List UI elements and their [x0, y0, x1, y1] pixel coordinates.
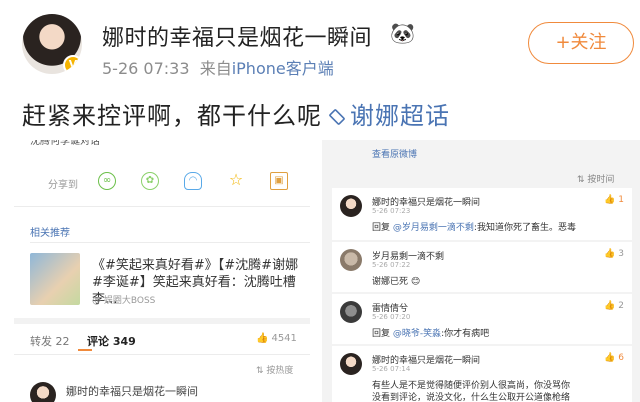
- recommend-thumbnail[interactable]: [30, 253, 80, 305]
- comment-text: 谢娜已死 😊: [372, 274, 420, 287]
- comment-card[interactable]: 雷情倩兮 5-26 07:20 👍 2 回复 @晓爷-笑淼:你才有病吧: [332, 294, 632, 344]
- post-body: 赶紧来控评啊，都干什么呢 谢娜超话: [22, 96, 450, 131]
- comment-like-button[interactable]: 👍 2: [604, 301, 624, 311]
- divider: [30, 242, 310, 243]
- avatar[interactable]: [340, 301, 362, 323]
- recommend-label: 相关推荐: [30, 228, 70, 239]
- comment-like-button[interactable]: 👍 6: [604, 353, 624, 363]
- qq-icon[interactable]: ◠: [184, 172, 202, 190]
- post-text: 赶紧来控评啊，都干什么呢: [22, 102, 322, 130]
- comment-author[interactable]: 娜时的幸福只是烟花一瞬间: [66, 383, 198, 399]
- reply-prefix: 回复: [372, 329, 391, 339]
- moments-icon[interactable]: ✿: [141, 172, 159, 190]
- likes-value: 4541: [271, 333, 297, 344]
- avatar[interactable]: [340, 353, 362, 375]
- sort-hot-label: 按热度: [266, 366, 294, 376]
- comment-text: 回复 @晓爷-笑淼:你才有病吧: [372, 326, 489, 339]
- comment-card[interactable]: 娜时的幸福只是烟花一瞬间 5-26 07:14 👍 6 有些人是不是觉得随便评价别…: [332, 346, 632, 402]
- recommend-source[interactable]: @ 娱圈大BOSS: [92, 293, 155, 306]
- source-prefix: 来自: [199, 59, 232, 78]
- thumb-up-icon: 👍: [256, 333, 269, 344]
- sort-icon: ⇅: [256, 366, 264, 376]
- comment-tabs: 转发 22 评论 349: [30, 333, 136, 349]
- author-avatar[interactable]: V: [22, 14, 82, 74]
- comment-time: 5-26 07:22: [372, 261, 411, 269]
- comment-time: 5-26 07:23: [372, 207, 411, 215]
- cropped-text: 沈腾何李诞对话: [30, 140, 100, 147]
- share-icons: ∞ ✿ ◠ ☆ ▣: [98, 172, 288, 190]
- post-source[interactable]: iPhone客户端: [232, 59, 334, 78]
- comment-card[interactable]: 岁月易剩一滴不剩 5-26 07:22 👍 3 谢娜已死 😊: [332, 242, 632, 292]
- comment-like-count: 2: [618, 301, 624, 311]
- thumb-up-icon: 👍: [604, 195, 616, 205]
- verified-badge-icon: V: [63, 55, 82, 74]
- image-icon[interactable]: ▣: [270, 172, 288, 190]
- avatar[interactable]: [30, 382, 56, 402]
- thumb-up-icon: 👍: [604, 353, 616, 363]
- favorite-icon[interactable]: ☆: [227, 172, 245, 190]
- avatar[interactable]: [340, 249, 362, 271]
- follow-button[interactable]: +关注: [528, 22, 634, 64]
- post-time: 5-26 07:33: [102, 59, 190, 78]
- comment-body: 谢娜已死 😊: [372, 277, 421, 287]
- comment-like-button[interactable]: 👍 3: [604, 249, 624, 259]
- comment-text: 回复 @岁月易剩一滴不剩:我知道你死了畜生。恶毒: [372, 220, 576, 233]
- post-meta: 5-26 07:33 来自iPhone客户端: [102, 55, 334, 79]
- tab-repost[interactable]: 转发 22: [30, 335, 70, 348]
- likes-count[interactable]: 👍 4541: [256, 333, 297, 344]
- comment-like-count: 3: [618, 249, 624, 259]
- comment-like-count: 1: [618, 195, 624, 205]
- avatar[interactable]: [340, 195, 362, 217]
- comment-card[interactable]: 娜时的幸福只是烟花一瞬间 5-26 07:23 👍 1 回复 @岁月易剩一滴不剩:…: [332, 188, 632, 240]
- sort-time-button[interactable]: ⇅ 按时间: [577, 172, 614, 185]
- divider: [14, 206, 310, 207]
- comment-time: 5-26 07:20: [372, 313, 411, 321]
- panda-emoji-icon: 🐼: [390, 21, 415, 45]
- divider: [14, 354, 310, 355]
- author-name[interactable]: 娜时的幸福只是烟花一瞬间: [102, 20, 372, 52]
- sort-icon: ⇅: [577, 175, 585, 185]
- reply-prefix: 回复: [372, 223, 391, 233]
- share-label: 分享到: [48, 180, 78, 191]
- mention-link[interactable]: @岁月易剩一滴不剩: [393, 223, 474, 233]
- super-topic-icon: [328, 108, 346, 126]
- super-topic-link[interactable]: 谢娜超话: [350, 102, 450, 130]
- tab-comment[interactable]: 评论 349: [87, 335, 136, 348]
- mention-link[interactable]: @晓爷-笑淼: [393, 329, 441, 339]
- comment-like-count: 6: [618, 353, 624, 363]
- active-tab-indicator: [78, 349, 92, 351]
- sort-hot-button[interactable]: ⇅ 按热度: [256, 363, 293, 376]
- view-original-link[interactable]: 查看原微博: [372, 147, 417, 160]
- comment-like-button[interactable]: 👍 1: [604, 195, 624, 205]
- thumb-up-icon: 👍: [604, 249, 616, 259]
- wechat-icon[interactable]: ∞: [98, 172, 116, 190]
- comment-time: 5-26 07:14: [372, 365, 411, 373]
- sort-time-label: 按时间: [587, 175, 615, 185]
- comment-body: :我知道你死了畜生。恶毒: [473, 223, 576, 233]
- thumb-up-icon: 👍: [604, 301, 616, 311]
- divider: [14, 318, 310, 324]
- comment-body: :你才有病吧: [441, 329, 490, 339]
- comment-overflow-text: 没看到评论，说没文化，什么生公取开公道像枪络: [372, 393, 571, 402]
